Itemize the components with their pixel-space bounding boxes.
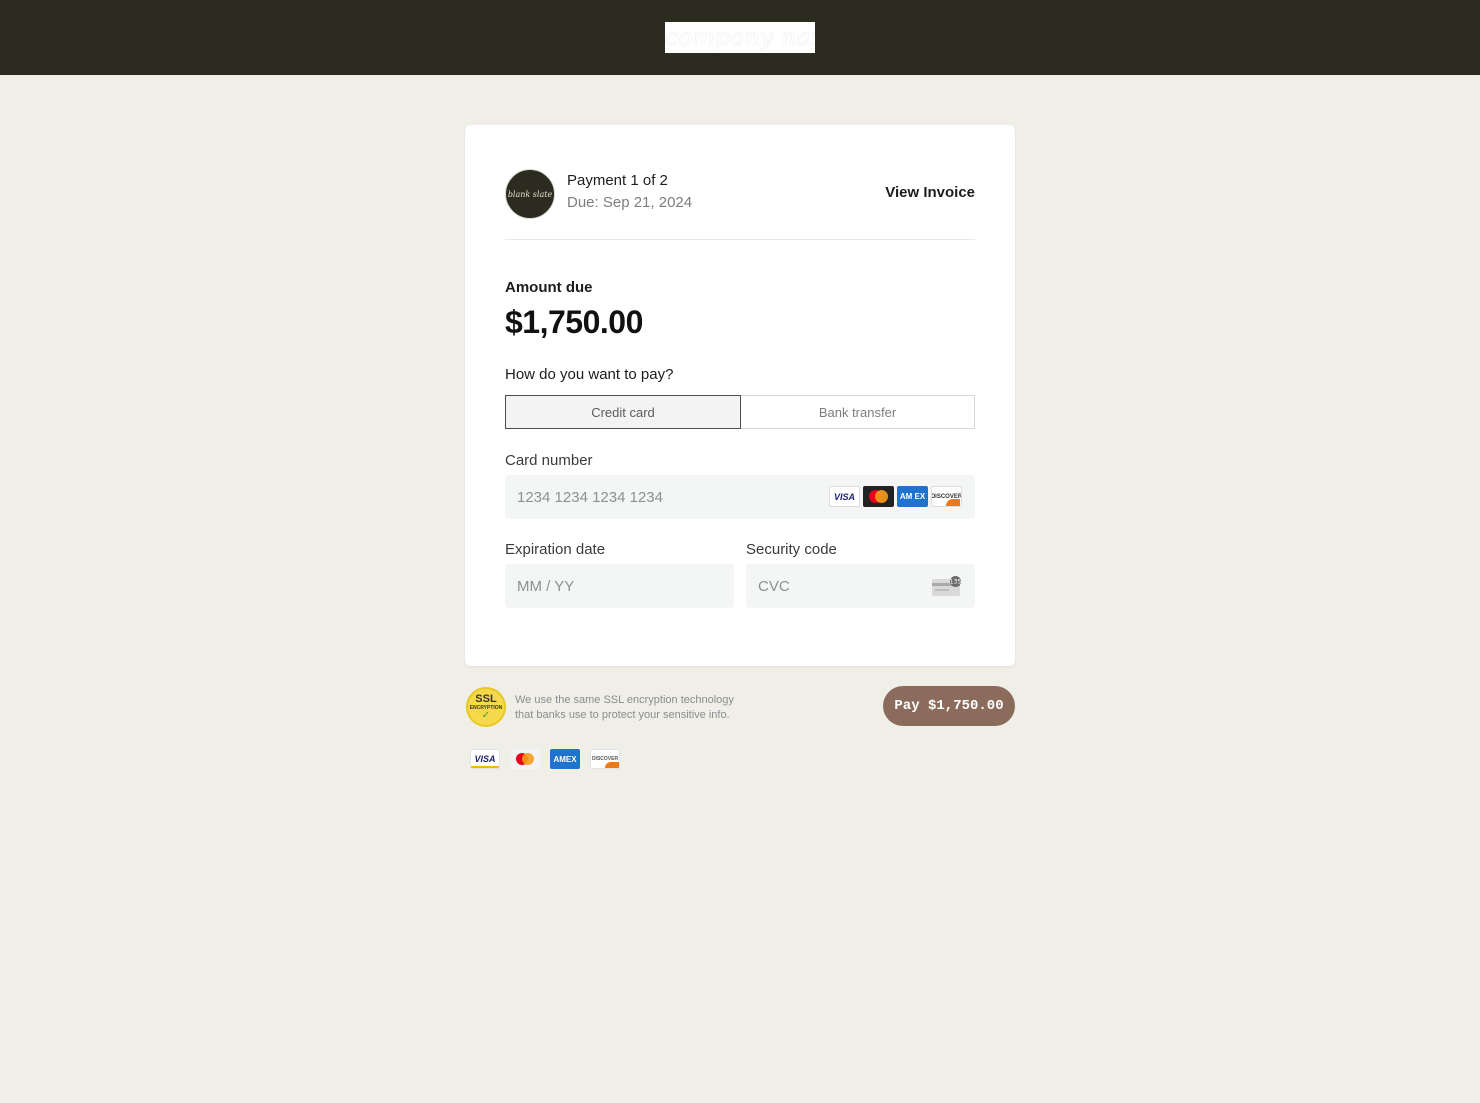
amex-icon-text: AM EX xyxy=(899,491,926,501)
payment-card: blank slate Payment 1 of 2 Due: Sep 21, … xyxy=(465,125,1015,666)
payment-method-question: How do you want to pay? xyxy=(505,366,674,383)
payment-title: Payment 1 of 2 xyxy=(567,172,668,189)
footer-discover-icon-text: DISCOVER xyxy=(591,756,619,762)
company-logo[interactable]: company name xyxy=(665,22,815,53)
security-code-label: Security code xyxy=(746,541,837,558)
mastercard-icon xyxy=(863,486,894,507)
company-logo-text: company name xyxy=(665,25,815,51)
amount-due-label: Amount due xyxy=(505,279,593,296)
ssl-text-line-1: We use the same SSL encryption technolog… xyxy=(515,694,734,706)
ssl-text-line-2: that banks use to protect your sensitive… xyxy=(515,709,730,721)
view-invoice-link[interactable]: View Invoice xyxy=(885,184,975,201)
footer-visa-icon-text: VISA xyxy=(474,754,496,764)
discover-icon-text: DISCOVER xyxy=(931,493,962,500)
discover-icon: DISCOVER xyxy=(931,486,962,507)
footer-amex-icon: AMEX xyxy=(550,749,580,769)
footer-amex-icon-text: AMEX xyxy=(553,754,577,764)
cvc-card-icon: 135 xyxy=(932,576,962,596)
divider xyxy=(505,239,975,240)
footer-mastercard-icon xyxy=(510,749,540,769)
tab-bank-transfer[interactable]: Bank transfer xyxy=(741,395,975,429)
card-number-label: Card number xyxy=(505,452,593,469)
footer-discover-icon: DISCOVER xyxy=(590,749,620,769)
merchant-avatar: blank slate xyxy=(505,169,555,219)
cvc-icon-text: 135 xyxy=(950,579,962,586)
expiration-date-input[interactable] xyxy=(505,564,734,608)
visa-icon: VISA xyxy=(829,486,860,507)
top-bar: company name xyxy=(0,0,1480,75)
tab-credit-card[interactable]: Credit card xyxy=(505,395,741,429)
merchant-avatar-text: blank slate xyxy=(507,189,553,199)
ssl-badge-title: SSL xyxy=(475,692,497,705)
expiration-date-label: Expiration date xyxy=(505,541,606,558)
pay-button[interactable]: Pay $1,750.00 xyxy=(883,686,1015,726)
payment-due-date: Due: Sep 21, 2024 xyxy=(567,194,693,211)
check-icon: ✓ xyxy=(481,709,491,721)
amount-due-value: $1,750.00 xyxy=(505,304,643,340)
visa-icon-text: VISA xyxy=(833,491,855,502)
ssl-badge: SSL ENCRYPTION ✓ xyxy=(466,687,506,727)
amex-icon: AM EX xyxy=(897,486,928,507)
footer-visa-icon: VISA xyxy=(470,749,500,769)
